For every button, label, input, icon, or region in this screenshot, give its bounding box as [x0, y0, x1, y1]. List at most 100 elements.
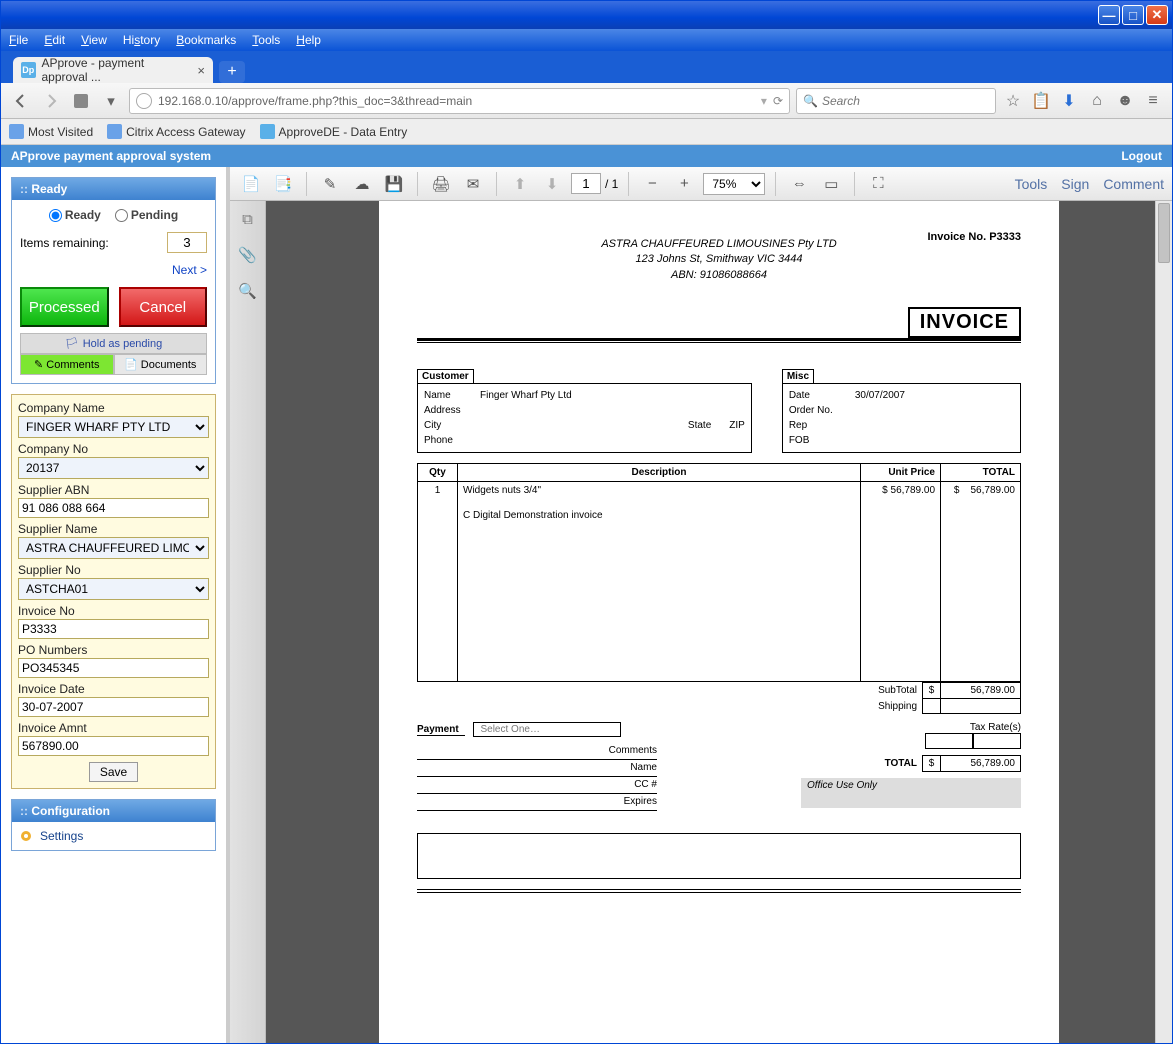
po-numbers-label: PO Numbers	[18, 643, 209, 657]
invoice-no-input[interactable]	[18, 619, 209, 639]
pdf-page-total: / 1	[605, 177, 618, 191]
radio-pending[interactable]: Pending	[115, 208, 178, 222]
menu-bookmarks[interactable]: Bookmarks	[176, 33, 236, 47]
window-minimize-button[interactable]: —	[1098, 5, 1120, 25]
pdf-export-icon[interactable]: 📄	[238, 171, 264, 197]
processed-button[interactable]: Processed	[20, 287, 109, 327]
menu-edit[interactable]: Edit	[44, 33, 65, 47]
bookmark-star-icon[interactable]: ☆	[1002, 91, 1024, 111]
comments-tab[interactable]: ✎Comments	[20, 354, 114, 375]
pdf-edit-icon[interactable]: ✎	[317, 171, 343, 197]
window-titlebar: — □ ✕	[1, 1, 1172, 29]
browser-navbar: ▾ ▾ ⟳ 🔍 ☆ 📋 ⬇ ⌂ ☻ ≡	[1, 83, 1172, 119]
menu-tools[interactable]: Tools	[252, 33, 280, 47]
supplier-abn-input[interactable]	[18, 498, 209, 518]
search-input[interactable]	[822, 94, 989, 108]
dropdown-history-icon[interactable]: ▾	[99, 89, 123, 113]
window-close-button[interactable]: ✕	[1146, 5, 1168, 25]
next-link[interactable]: Next >	[20, 263, 207, 277]
downloads-icon[interactable]: ⬇	[1058, 91, 1080, 111]
company-no-select[interactable]: 20137	[18, 457, 209, 479]
save-button[interactable]: Save	[89, 762, 138, 782]
bookmark-citrix[interactable]: Citrix Access Gateway	[107, 124, 245, 139]
invoice-notes-box	[417, 833, 1021, 879]
bookmark-most-visited[interactable]: Most Visited	[9, 124, 93, 139]
radio-ready[interactable]: Ready	[49, 208, 101, 222]
pdf-zoom-in-icon[interactable]: +	[671, 171, 697, 197]
pdf-zoom-out-icon[interactable]: −	[639, 171, 665, 197]
pdf-save-icon[interactable]: 💾	[381, 171, 407, 197]
invoice-line-items-table: Qty Description Unit Price TOTAL 1 Widge…	[417, 463, 1021, 682]
invoice-page: ASTRA CHAUFFEURED LIMOUSINES Pty LTD 123…	[379, 201, 1059, 1043]
supplier-no-select[interactable]: ASTCHA01	[18, 578, 209, 600]
company-name-label: Company Name	[18, 401, 209, 415]
pdf-mail-icon[interactable]: ✉	[460, 171, 486, 197]
pdf-page-input[interactable]	[571, 173, 601, 194]
url-bar[interactable]: ▾ ⟳	[129, 88, 790, 114]
browser-tab-active[interactable]: Dp APprove - payment approval ... ×	[13, 57, 213, 83]
pdf-scrollbar-vertical[interactable]	[1155, 201, 1172, 1043]
pdf-comment-link[interactable]: Comment	[1103, 176, 1164, 192]
tab-close-icon[interactable]: ×	[197, 63, 205, 78]
reload-icon[interactable]: ⟳	[773, 94, 783, 108]
menu-history[interactable]: History	[123, 33, 160, 47]
gear-icon	[18, 828, 34, 844]
hold-pending-button[interactable]: 🏳 Hold as pending	[20, 333, 207, 354]
pdf-tools-link[interactable]: Tools	[1015, 176, 1048, 192]
pdf-fit-page-icon[interactable]: ▭	[818, 171, 844, 197]
flag-icon: 🏳	[65, 337, 79, 350]
forward-button[interactable]	[39, 89, 63, 113]
url-input[interactable]	[158, 94, 755, 108]
scrollbar-thumb[interactable]	[1158, 203, 1170, 263]
pdf-sign-link[interactable]: Sign	[1061, 176, 1089, 192]
home-icon[interactable]: ⌂	[1086, 92, 1108, 110]
invoice-amnt-input[interactable]	[18, 736, 209, 756]
pdf-page-down-icon[interactable]: ⬇	[539, 171, 565, 197]
new-tab-button[interactable]: +	[219, 61, 245, 83]
clipboard-icon[interactable]: 📋	[1030, 91, 1052, 111]
bookmark-approvede[interactable]: ApproveDE - Data Entry	[260, 124, 408, 139]
invoice-totals: SubTotal$56,789.00 Shipping	[417, 682, 1021, 714]
dropdown-icon[interactable]: ▾	[761, 94, 767, 108]
invoice-date-label: Invoice Date	[18, 682, 209, 696]
search-icon: 🔍	[803, 94, 818, 108]
office-use-only: Office Use Only	[801, 778, 1021, 808]
pdf-print-icon[interactable]: 🖨	[428, 171, 454, 197]
invoice-title: INVOICE	[908, 307, 1021, 338]
documents-tab[interactable]: 📄Documents	[114, 354, 208, 375]
chat-icon[interactable]: ☻	[1114, 92, 1136, 110]
hamburger-menu-icon[interactable]: ≡	[1142, 92, 1164, 110]
pdf-zoom-select[interactable]: 75%	[703, 173, 765, 195]
menu-help[interactable]: Help	[296, 33, 321, 47]
pdf-viewer: 📄 📑 ✎ ☁ 💾 🖨 ✉ ⬆ ⬇ / 1 − + 75%	[226, 167, 1172, 1043]
pdf-fullscreen-icon[interactable]: ⛶	[865, 171, 891, 197]
configuration-header: Configuration	[12, 800, 215, 822]
pdf-thumbnails-icon[interactable]: ⧉	[242, 211, 253, 228]
pdf-page-up-icon[interactable]: ⬆	[507, 171, 533, 197]
items-remaining-label: Items remaining:	[20, 236, 109, 250]
cancel-button[interactable]: Cancel	[119, 287, 208, 327]
company-name-select[interactable]: FINGER WHARF PTY LTD	[18, 416, 209, 438]
invoice-no-label: Invoice No	[18, 604, 209, 618]
logout-link[interactable]: Logout	[1121, 149, 1162, 163]
window-maximize-button[interactable]: □	[1122, 5, 1144, 25]
back-button[interactable]	[9, 89, 33, 113]
po-numbers-input[interactable]	[18, 658, 209, 678]
supplier-abn-label: Supplier ABN	[18, 483, 209, 497]
pdf-cloud-icon[interactable]: ☁	[349, 171, 375, 197]
pdf-create-icon[interactable]: 📑	[270, 171, 296, 197]
pdf-attachments-icon[interactable]: 📎	[238, 246, 257, 264]
site-identity-icon[interactable]	[69, 89, 93, 113]
globe-icon	[136, 93, 152, 109]
menu-view[interactable]: View	[81, 33, 107, 47]
company-no-label: Company No	[18, 442, 209, 456]
invoice-date-input[interactable]	[18, 697, 209, 717]
supplier-name-select[interactable]: ASTRA CHAUFFEURED LIMOU	[18, 537, 209, 559]
settings-link[interactable]: Settings	[12, 822, 215, 850]
pencil-icon: ✎	[34, 358, 43, 371]
search-box[interactable]: 🔍	[796, 88, 996, 114]
menu-file[interactable]: File	[9, 33, 28, 47]
pdf-search-icon[interactable]: 🔍	[238, 282, 257, 300]
pdf-fit-width-icon[interactable]: ⇔	[786, 171, 812, 197]
pdf-canvas[interactable]: ASTRA CHAUFFEURED LIMOUSINES Pty LTD 123…	[266, 201, 1172, 1043]
